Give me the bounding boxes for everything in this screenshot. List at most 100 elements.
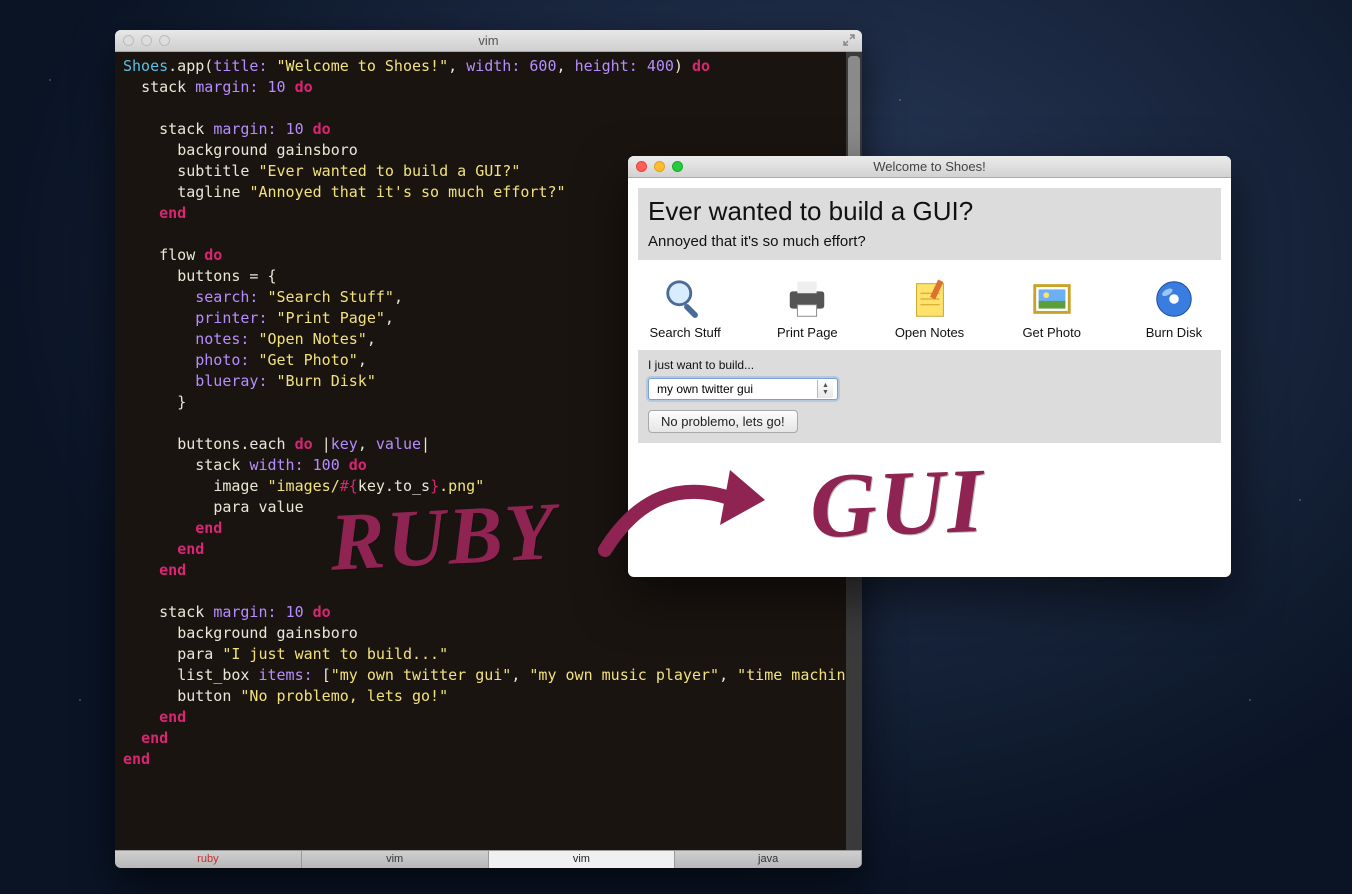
code-token: 400: [647, 57, 674, 75]
build-combo[interactable]: my own twitter gui ▲▼: [648, 378, 838, 400]
code-token: image: [213, 477, 258, 495]
code-token: end: [177, 540, 204, 558]
code-token: key: [331, 435, 358, 453]
window-title: vim: [115, 33, 862, 48]
code-token: "Burn Disk": [277, 372, 376, 390]
code-token: background gainsboro: [177, 624, 358, 642]
combo-value: my own twitter gui: [657, 382, 753, 396]
code-token: margin:: [195, 78, 258, 96]
tab-vim-2[interactable]: vim: [489, 851, 676, 868]
code-token: "time machine": [737, 666, 862, 684]
code-token: "Get Photo": [258, 351, 357, 369]
code-token: "Open Notes": [258, 330, 366, 348]
code-token: stack: [141, 78, 186, 96]
code-token: margin:: [213, 120, 276, 138]
code-token: "Welcome to Shoes!": [277, 57, 449, 75]
code-token: "Search Stuff": [268, 288, 394, 306]
icon-label: Get Photo: [1005, 325, 1099, 340]
icon-photo[interactable]: Get Photo: [1005, 276, 1099, 340]
code-token: items:: [258, 666, 312, 684]
photo-icon: [1029, 276, 1075, 322]
code-token: para: [177, 645, 213, 663]
code-token: .png": [439, 477, 484, 495]
printer-icon: [784, 276, 830, 322]
code-token: "my own twitter gui": [331, 666, 512, 684]
tab-ruby[interactable]: ruby: [115, 851, 302, 868]
code-token: 10: [286, 603, 304, 621]
build-label: I just want to build...: [648, 358, 1211, 372]
code-token: notes:: [195, 330, 249, 348]
code-token: height:: [575, 57, 638, 75]
code-token: "my own music player": [529, 666, 719, 684]
code-token: "Ever wanted to build a GUI?": [258, 162, 520, 180]
code-token: flow: [159, 246, 195, 264]
code-token: 600: [529, 57, 556, 75]
code-token: 10: [286, 120, 304, 138]
shoes-titlebar[interactable]: Welcome to Shoes!: [628, 156, 1231, 178]
fullscreen-icon[interactable]: [842, 33, 856, 47]
code-token: stack: [195, 456, 240, 474]
code-token: margin:: [213, 603, 276, 621]
hero-tagline: Annoyed that it's so much effort?: [648, 233, 1211, 250]
code-token: width:: [466, 57, 520, 75]
vim-titlebar[interactable]: vim: [115, 30, 862, 52]
code-token: end: [195, 519, 222, 537]
window-title: Welcome to Shoes!: [628, 159, 1231, 174]
build-panel: I just want to build... my own twitter g…: [638, 350, 1221, 443]
code-token: background gainsboro: [177, 141, 358, 159]
code-token: |: [421, 435, 430, 453]
code-token: width:: [249, 456, 303, 474]
code-token: do: [204, 246, 222, 264]
code-token: end: [159, 204, 186, 222]
disc-icon: [1151, 276, 1197, 322]
code-token: do: [349, 456, 367, 474]
code-token: search:: [195, 288, 258, 306]
code-token: }: [430, 477, 439, 495]
icon-blueray[interactable]: Burn Disk: [1127, 276, 1221, 340]
code-token: #{: [340, 477, 358, 495]
code-token: |: [322, 435, 331, 453]
tab-java[interactable]: java: [675, 851, 862, 868]
code-token: end: [159, 561, 186, 579]
icon-printer[interactable]: Print Page: [760, 276, 854, 340]
code-token: 100: [313, 456, 340, 474]
code-token: do: [313, 120, 331, 138]
icon-label: Burn Disk: [1127, 325, 1221, 340]
code-token: key.to_s: [358, 477, 430, 495]
code-token: .app(: [168, 57, 213, 75]
code-token: 10: [268, 78, 286, 96]
code-token: end: [141, 729, 168, 747]
notes-icon: [907, 276, 953, 322]
code-token: printer:: [195, 309, 267, 327]
code-token: "Annoyed that it's so much effort?": [249, 183, 565, 201]
code-token: do: [313, 603, 331, 621]
code-token: subtitle: [177, 162, 249, 180]
code-token: end: [159, 708, 186, 726]
code-token: Shoes: [123, 57, 168, 75]
tab-vim-1[interactable]: vim: [302, 851, 489, 868]
code-token: photo:: [195, 351, 249, 369]
code-token: buttons.each: [177, 435, 285, 453]
hero-panel: Ever wanted to build a GUI? Annoyed that…: [638, 188, 1221, 260]
shoes-content: Ever wanted to build a GUI? Annoyed that…: [628, 178, 1231, 577]
code-token: do: [295, 78, 313, 96]
go-button[interactable]: No problemo, lets go!: [648, 410, 798, 433]
vim-tabbar: ruby vim vim java: [115, 850, 862, 868]
code-token: }: [177, 393, 186, 411]
code-token: ): [674, 57, 683, 75]
code-token: list_box: [177, 666, 249, 684]
icon-notes[interactable]: Open Notes: [882, 276, 976, 340]
code-token: stack: [159, 120, 204, 138]
code-token: value: [376, 435, 421, 453]
hero-subtitle: Ever wanted to build a GUI?: [648, 196, 1211, 227]
code-token: tagline: [177, 183, 240, 201]
icon-search[interactable]: Search Stuff: [638, 276, 732, 340]
icon-label: Search Stuff: [638, 325, 732, 340]
code-token: title:: [213, 57, 267, 75]
code-token: blueray:: [195, 372, 267, 390]
code-token: para value: [213, 498, 303, 516]
code-token: buttons = {: [177, 267, 276, 285]
code-token: end: [123, 750, 150, 768]
icon-label: Open Notes: [882, 325, 976, 340]
code-token: "images/: [268, 477, 340, 495]
